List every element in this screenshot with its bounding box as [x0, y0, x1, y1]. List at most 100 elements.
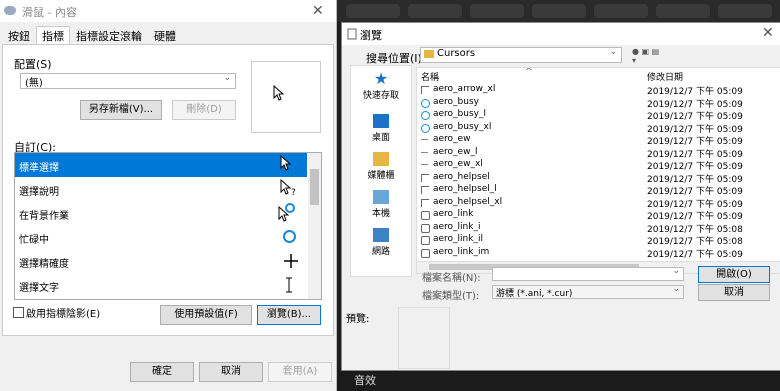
shadow-label: 啟用指標陰影(E)	[26, 309, 101, 320]
table-row[interactable]: aero_helpsel_xl 2019/12/7 下午 05:09	[417, 196, 780, 210]
browse-titlebar: 瀏覽 ✕	[342, 23, 780, 45]
tab-hardware[interactable]: 硬體	[154, 28, 176, 44]
pointer-name: 選擇說明	[19, 187, 59, 198]
hand-cursor-icon	[421, 223, 430, 233]
pointer-list-scrollbar[interactable]	[308, 153, 321, 299]
sidebar-item-network[interactable]: 網路	[351, 228, 411, 257]
scheme-dropdown[interactable]: (無) ⌄	[20, 73, 236, 89]
ibeam-icon	[286, 277, 292, 293]
scheme-label: 配置(S)	[14, 58, 52, 71]
table-row[interactable]: aero_ew_l 2019/12/7 下午 05:09	[417, 147, 780, 160]
table-row[interactable]: aero_arrow_xl 2019/12/7 下午 05:09	[417, 84, 780, 97]
preview-label: 預覽:	[346, 314, 370, 325]
busy-ring-icon	[283, 230, 296, 243]
ok-button[interactable]: 確定	[130, 362, 194, 382]
list-item[interactable]: 標準選擇	[15, 153, 307, 177]
busy-ring-icon	[421, 123, 430, 133]
sidebar-item-this-pc[interactable]: 本機	[351, 190, 411, 219]
mouse-icon	[4, 6, 16, 15]
table-row[interactable]: aero_link 2019/12/7 下午 05:09	[417, 209, 780, 222]
sidebar-item-label: 媒體櫃	[367, 171, 395, 181]
table-row[interactable]: aero_helpsel 2019/12/7 下午 05:09	[417, 171, 780, 185]
sidebar-item-label: 桌面	[371, 133, 390, 143]
resize-ew-icon	[421, 164, 428, 166]
background-tab	[656, 4, 710, 18]
tab-pointer-options[interactable]: 指標設定	[76, 28, 120, 44]
list-item[interactable]: 忙碌中	[15, 225, 307, 249]
look-in-dropdown[interactable]: Cursors ⌄	[420, 47, 622, 63]
cancel-button[interactable]: 取消	[698, 284, 770, 301]
table-row[interactable]: aero_link_i 2019/12/7 下午 05:08	[417, 222, 780, 235]
background-tab	[470, 4, 524, 18]
browse-button[interactable]: 瀏覽(B)...	[257, 305, 321, 325]
column-header-date[interactable]: 修改日期	[647, 70, 683, 83]
sidebar-item-label: 快速存取	[362, 91, 399, 101]
file-date: 2019/12/7 下午 05:08	[647, 237, 743, 247]
file-name: aero_busy_l	[433, 109, 486, 119]
look-in-value: Cursors	[437, 48, 476, 59]
table-row[interactable]: aero_helpsel_l 2019/12/7 下午 05:09	[417, 184, 780, 197]
filename-field[interactable]: ⌄	[492, 266, 684, 281]
file-name: aero_helpsel	[433, 171, 490, 182]
scrollbar-thumb[interactable]	[310, 169, 319, 205]
look-in-label: 搜尋位置(I):	[366, 52, 426, 65]
chevron-down-icon: ⌄	[672, 266, 680, 276]
list-item[interactable]: 選擇說明 ?	[15, 177, 307, 201]
cancel-button[interactable]: 取消	[199, 362, 263, 382]
filename-label: 檔案名稱(N):	[422, 273, 481, 284]
file-date: 2019/12/7 下午 05:09	[647, 162, 743, 172]
background-tab-strip	[336, 0, 780, 22]
pointer-name: 選擇精確度	[19, 259, 69, 270]
mouse-properties-dialog: 滑鼠 - 內容 ✕ 按鈕 指標 指標設定 滾輪 硬體 配置(S) (無) ⌄ 另…	[0, 0, 337, 391]
crosshair-icon	[284, 254, 298, 268]
use-default-button[interactable]: 使用預設值(F)	[160, 305, 252, 325]
file-date: 2019/12/7 下午 05:09	[647, 137, 743, 147]
chevron-down-icon: ⌄	[609, 47, 617, 57]
sidebar-item-quick-access[interactable]: ★ 快速存取	[351, 71, 411, 102]
pointer-list: 標準選擇 選擇說明 ? 在背景作業 忙碌中 選擇精確度 選擇文字	[14, 152, 322, 300]
busy-ring-icon	[421, 111, 430, 120]
list-item[interactable]: 選擇精確度	[15, 249, 307, 273]
save-as-button[interactable]: 另存新檔(V)...	[80, 100, 162, 120]
places-sidebar: ★ 快速存取 桌面 媒體櫃 本機 網路	[350, 65, 412, 277]
table-row[interactable]: aero_busy 2019/12/7 下午 05:09	[417, 97, 780, 110]
help-cursor-icon: ?	[280, 179, 296, 197]
browse-dialog: 瀏覽 ✕ 搜尋位置(I): Cursors ⌄ ● ▣ ▤ ▾ ★ 快速存取 桌…	[341, 22, 780, 371]
sort-up-icon: ^	[525, 67, 533, 77]
file-name: aero_helpsel_xl	[433, 196, 503, 207]
tab-wheel[interactable]: 滾輪	[120, 28, 142, 44]
pointer-name: 標準選擇	[19, 163, 59, 174]
open-button[interactable]: 開啟(O)	[698, 266, 770, 283]
background-bottom-text: 音效	[354, 374, 376, 387]
filetype-dropdown[interactable]: 游標 (*.ani, *.cur) ⌄	[492, 284, 684, 299]
column-header-name[interactable]: 名稱	[421, 70, 439, 83]
apply-button[interactable]: 套用(A)	[268, 362, 332, 382]
delete-button[interactable]: 刪除(D)	[172, 100, 236, 120]
sidebar-item-label: 網路	[371, 247, 390, 257]
table-row[interactable]: aero_busy_xl 2019/12/7 下午 05:09	[417, 122, 780, 135]
close-icon[interactable]: ✕	[762, 25, 774, 41]
background-tab	[718, 4, 772, 18]
table-row[interactable]: aero_link_im 2019/12/7 下午 05:09	[417, 247, 780, 260]
table-row[interactable]: aero_ew 2019/12/7 下午 05:09	[417, 134, 780, 147]
file-date: 2019/12/7 下午 05:09	[647, 187, 743, 197]
background-tab	[408, 4, 462, 18]
table-row[interactable]: aero_link_il 2019/12/7 下午 05:08	[417, 234, 780, 247]
file-name: aero_arrow_xl	[433, 84, 496, 94]
arrow-cursor-icon	[280, 155, 292, 171]
mouse-dialog-title: 滑鼠 - 內容	[22, 6, 77, 19]
sidebar-item-libraries[interactable]: 媒體櫃	[351, 152, 411, 181]
table-row[interactable]: aero_ew_xl 2019/12/7 下午 05:09	[417, 159, 780, 172]
view-toolbar-icons[interactable]: ● ▣ ▤ ▾	[632, 47, 660, 65]
close-icon[interactable]: ✕	[312, 3, 324, 19]
shadow-checkbox[interactable]	[13, 307, 24, 318]
folder-icon	[424, 50, 434, 58]
table-row[interactable]: aero_busy_l 2019/12/7 下午 05:09	[417, 109, 780, 122]
list-item[interactable]: 選擇文字	[15, 273, 307, 297]
arrow-cursor-icon	[421, 86, 429, 94]
background-bottom-bar: 音效	[336, 368, 780, 391]
background-tab	[594, 4, 648, 18]
sidebar-item-desktop[interactable]: 桌面	[351, 114, 411, 143]
list-item[interactable]: 在背景作業	[15, 201, 307, 225]
tab-buttons[interactable]: 按鈕	[8, 28, 30, 44]
